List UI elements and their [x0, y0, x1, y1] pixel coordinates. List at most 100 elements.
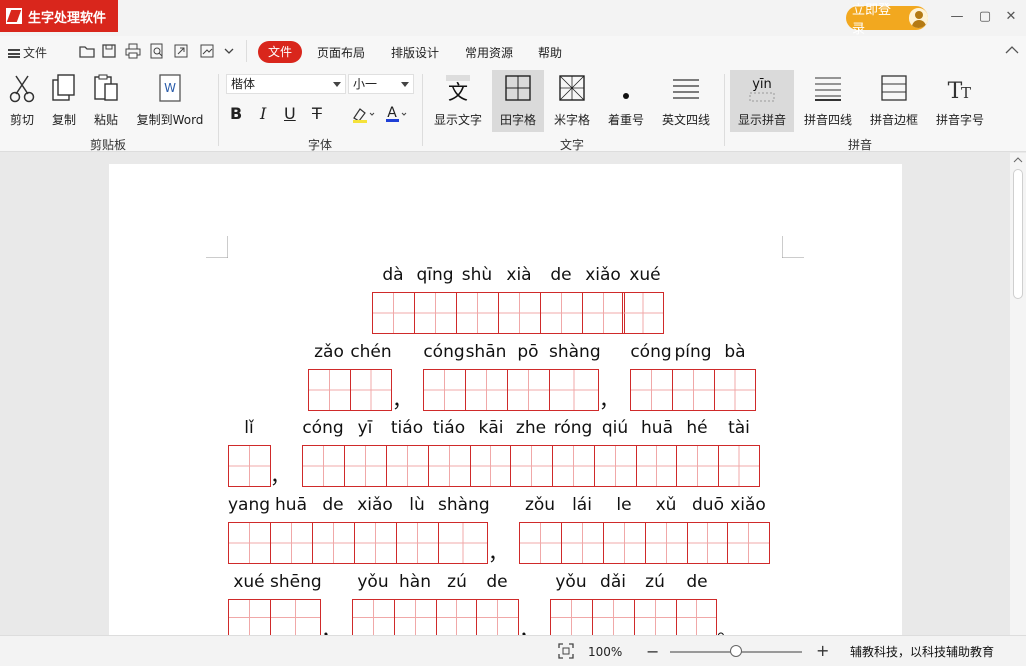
emphasis-mark-button[interactable]: 着重号 — [606, 72, 646, 128]
copy-to-word-button[interactable]: W 复制到Word — [134, 72, 206, 128]
tian-cell[interactable] — [622, 292, 664, 334]
highlight-icon[interactable] — [350, 104, 376, 124]
tian-cell[interactable] — [372, 292, 415, 334]
tab-help[interactable]: 帮助 — [538, 44, 562, 61]
pinyin-four-lines-button[interactable]: 拼音四线 — [802, 72, 854, 128]
font-family-select[interactable]: 楷体 — [226, 74, 346, 94]
pinyin-syllable: xiǎo — [730, 495, 766, 515]
pinyin-syllable: cóng — [630, 342, 672, 362]
tian-cell[interactable] — [270, 599, 321, 635]
underline-icon[interactable]: U — [284, 104, 296, 123]
tab-file[interactable]: 文件 — [258, 41, 302, 63]
tian-cell[interactable] — [636, 445, 677, 487]
tian-cell[interactable] — [302, 445, 345, 487]
tian-cell[interactable] — [438, 522, 488, 564]
strikethrough-icon[interactable]: T — [312, 104, 322, 123]
tian-cell[interactable] — [396, 522, 439, 564]
mi-grid-button[interactable]: 米字格 — [552, 72, 592, 128]
pinyin-border-button[interactable]: 拼音边框 — [868, 72, 920, 128]
tian-cell[interactable] — [672, 369, 715, 411]
bold-icon[interactable]: B — [230, 104, 242, 123]
tian-cell[interactable] — [603, 522, 646, 564]
tian-cell[interactable] — [645, 522, 688, 564]
login-button[interactable]: 立即登录 — [846, 3, 928, 37]
tian-cell[interactable] — [394, 599, 437, 635]
tab-page-layout[interactable]: 页面布局 — [317, 44, 365, 61]
insert-icon[interactable] — [198, 42, 216, 60]
tian-cell[interactable] — [540, 292, 583, 334]
tian-cell[interactable] — [594, 445, 637, 487]
tian-cell[interactable] — [270, 522, 313, 564]
close-button[interactable]: ✕ — [1002, 8, 1020, 26]
tian-cell[interactable] — [414, 292, 457, 334]
font-color-icon[interactable]: A — [384, 104, 410, 124]
print-preview-icon[interactable] — [148, 42, 166, 60]
english-four-lines-button[interactable]: 英文四线 — [660, 72, 712, 128]
export-icon[interactable] — [172, 42, 190, 60]
tian-cell[interactable] — [423, 369, 466, 411]
tian-cell[interactable] — [354, 522, 397, 564]
tian-cell[interactable] — [428, 445, 471, 487]
italic-icon[interactable]: I — [260, 104, 266, 123]
copy-button[interactable]: 复制 — [48, 72, 80, 128]
zoom-in-icon[interactable]: + — [816, 641, 829, 660]
tian-cell[interactable] — [550, 599, 593, 635]
tian-grid-button[interactable]: 田字格 — [492, 70, 544, 132]
tian-cell[interactable] — [561, 522, 604, 564]
app-logo: 生字处理软件 — [0, 0, 118, 32]
save-icon[interactable] — [100, 42, 118, 60]
tian-cell[interactable] — [552, 445, 595, 487]
font-size-select[interactable]: 小一 — [348, 74, 414, 94]
paste-button[interactable]: 粘贴 — [90, 72, 122, 128]
tian-cell[interactable] — [718, 445, 760, 487]
tian-cell[interactable] — [727, 522, 770, 564]
show-pinyin-button[interactable]: yīn 显示拼音 — [730, 70, 794, 132]
tian-cell[interactable] — [476, 599, 519, 635]
tian-cell[interactable] — [714, 369, 756, 411]
collapse-ribbon-icon[interactable] — [1004, 44, 1020, 56]
scroll-up-icon[interactable] — [1013, 156, 1023, 164]
cut-button[interactable]: 剪切 — [6, 72, 38, 128]
maximize-button[interactable]: ▢ — [976, 8, 994, 26]
tian-cell[interactable] — [456, 292, 499, 334]
tian-cell[interactable] — [436, 599, 477, 635]
tian-cell[interactable] — [312, 522, 355, 564]
open-folder-icon[interactable] — [78, 42, 96, 60]
tian-cell[interactable] — [470, 445, 511, 487]
tian-cell[interactable] — [386, 445, 429, 487]
vertical-scrollbar[interactable] — [1010, 153, 1026, 635]
tian-cell[interactable] — [676, 599, 717, 635]
tab-common-resources[interactable]: 常用资源 — [465, 44, 513, 61]
tian-cell[interactable] — [687, 522, 728, 564]
tian-cell[interactable] — [507, 369, 550, 411]
show-text-button[interactable]: 文 显示文字 — [432, 72, 484, 128]
tian-cell[interactable] — [519, 522, 562, 564]
tian-cell[interactable] — [344, 445, 387, 487]
file-menu[interactable]: 文件 — [8, 44, 47, 61]
tian-cell[interactable] — [308, 369, 351, 411]
tian-cell[interactable] — [676, 445, 719, 487]
tian-cell[interactable] — [549, 369, 599, 411]
tian-cell[interactable] — [582, 292, 625, 334]
tian-cell[interactable] — [350, 369, 392, 411]
tian-cell[interactable] — [630, 369, 673, 411]
tab-layout-design[interactable]: 排版设计 — [391, 44, 439, 61]
tian-cell[interactable] — [228, 522, 271, 564]
minimize-button[interactable]: — — [948, 8, 966, 26]
tian-cell[interactable] — [634, 599, 677, 635]
tian-cell[interactable] — [510, 445, 553, 487]
svg-text:文: 文 — [448, 80, 468, 104]
tian-cell[interactable] — [498, 292, 541, 334]
tian-cell[interactable] — [465, 369, 508, 411]
tian-cell[interactable] — [592, 599, 635, 635]
pinyin-font-size-button[interactable]: TT 拼音字号 — [934, 72, 986, 128]
zoom-slider-handle[interactable] — [730, 645, 742, 657]
print-icon[interactable] — [124, 42, 142, 60]
customize-dropdown-icon[interactable] — [222, 42, 236, 60]
tian-cell[interactable] — [352, 599, 395, 635]
zoom-out-icon[interactable]: − — [646, 642, 659, 661]
tian-cell[interactable] — [228, 599, 271, 635]
fit-page-icon[interactable] — [558, 643, 574, 659]
tian-cell[interactable] — [228, 445, 271, 487]
scrollbar-thumb[interactable] — [1013, 169, 1023, 299]
